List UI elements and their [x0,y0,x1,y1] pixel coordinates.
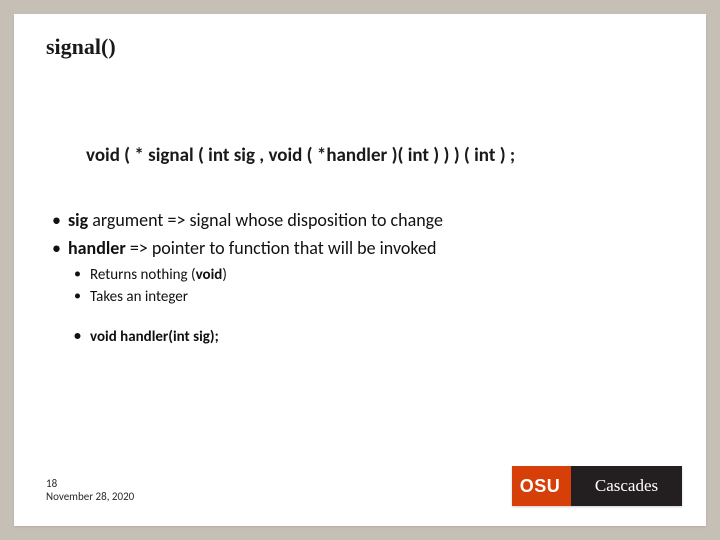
bullet-sig-text: argument => signal whose disposition to … [88,209,443,231]
sub-bullet-takes-int: Takes an integer [70,287,668,307]
bullet-list: sig argument => signal whose disposition… [48,208,668,349]
logo-cascades-block: Cascades [568,466,682,506]
sub-returns-a: Returns nothing ( [90,266,196,284]
slide-date: November 28, 2020 [46,490,134,504]
page-title: signal() [46,34,116,60]
function-prototype: void ( * signal ( int sig , void ( *hand… [86,144,515,167]
bullet-sig-bold: sig [68,209,88,231]
sub-returns-c: ) [222,266,227,284]
slide-number: 18 [46,477,134,491]
bullet-handler-text: => pointer to function that will be invo… [126,237,437,259]
sub-bullet-handler-proto: void handler(int sig); [70,327,668,347]
logo-osu-block: OSU [512,466,568,506]
bullet-handler: handler => pointer to function that will… [48,236,668,260]
slide-footer: 18 November 28, 2020 [46,477,134,505]
bullet-handler-bold: handler [68,237,126,259]
osu-cascades-logo: OSU Cascades [512,466,682,506]
sub-returns-b: void [196,266,223,284]
slide: signal() void ( * signal ( int sig , voi… [14,14,706,526]
bullet-sig: sig argument => signal whose disposition… [48,208,668,232]
sub-bullet-returns: Returns nothing (void) [70,265,668,285]
